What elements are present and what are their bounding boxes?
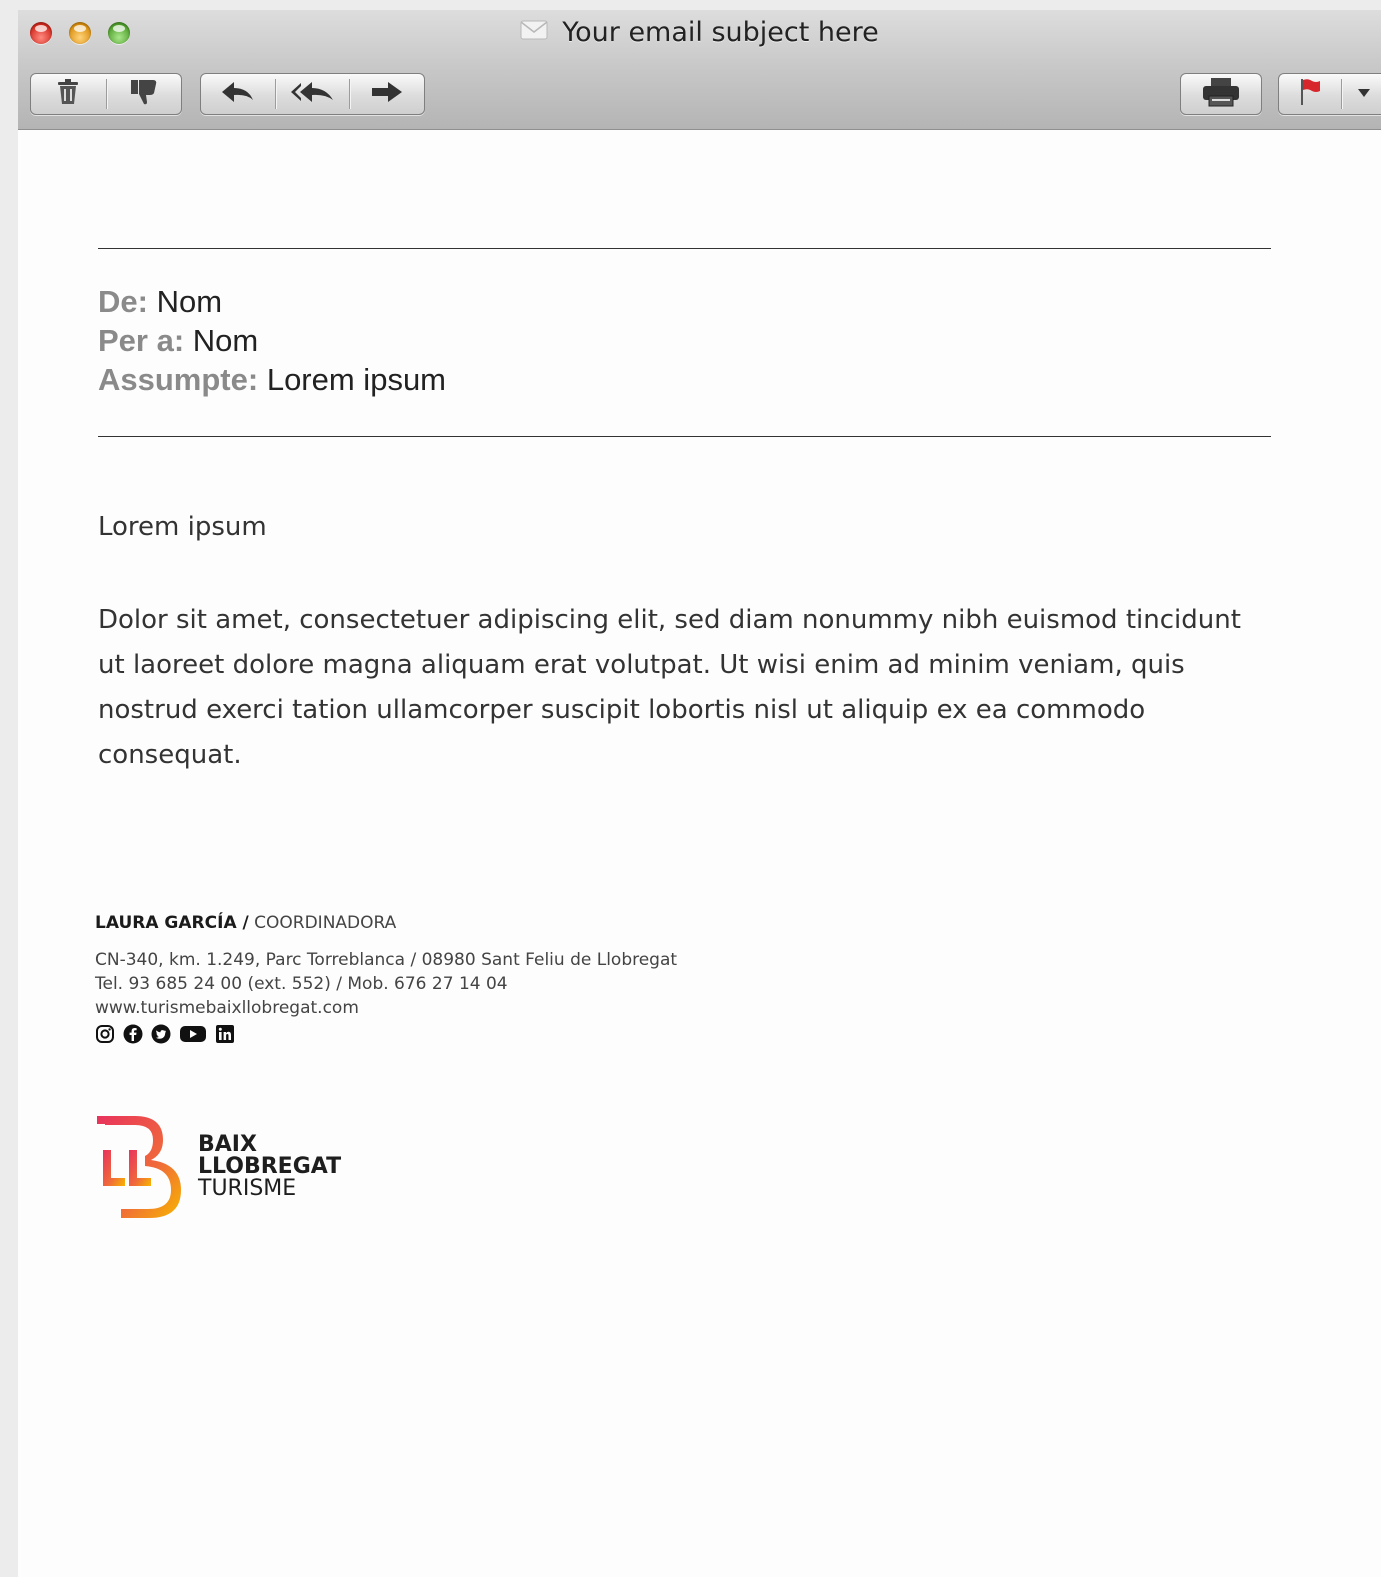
logo-line-2: LLOBREGAT: [198, 1154, 342, 1179]
flag-button[interactable]: [1279, 74, 1341, 114]
from-label: De:: [98, 284, 148, 319]
logo-line-1: BAIX: [198, 1132, 257, 1157]
message-greeting: Lorem ipsum: [98, 512, 267, 542]
from-row: De: Nom: [98, 282, 446, 321]
header-bottom-divider: [98, 436, 1271, 437]
delete-button[interactable]: [31, 74, 106, 114]
to-row: Per a: Nom: [98, 321, 446, 360]
reply-all-button[interactable]: [276, 74, 350, 114]
print-group: [1180, 73, 1262, 115]
signature-role: COORDINADORA: [254, 913, 397, 933]
print-button[interactable]: [1181, 74, 1261, 114]
window-title: Your email subject here: [562, 17, 879, 48]
chevron-down-icon: [1357, 85, 1371, 103]
signature-name: LAURA GARCÍA /: [95, 913, 249, 933]
message-header: De: Nom Per a: Nom Assumpte: Lorem ipsum: [98, 282, 446, 399]
signature-phone: Tel. 93 685 24 00 (ext. 552) / Mob. 676 …: [95, 974, 508, 994]
reply-icon: [220, 80, 256, 109]
subject-value: Lorem ipsum: [266, 362, 447, 397]
envelope-icon: [520, 17, 548, 48]
brand-logo-text: BAIX LLOBREGAT TURISME: [198, 1134, 341, 1200]
window-title-bar: Your email subject here: [18, 16, 1381, 48]
from-value: Nom: [156, 284, 223, 319]
signature-name-line: LAURA GARCÍA / COORDINADORA: [95, 913, 396, 933]
reply-all-icon: [290, 80, 336, 109]
social-links: [95, 1024, 235, 1049]
facebook-icon[interactable]: [123, 1024, 143, 1049]
logo-line-3: TURISME: [198, 1176, 297, 1201]
delete-junk-group: [30, 73, 182, 115]
window-toolbar: Your email subject here: [18, 10, 1381, 130]
forward-icon: [370, 80, 404, 109]
twitter-icon[interactable]: [151, 1024, 171, 1049]
linkedin-icon[interactable]: [215, 1024, 235, 1049]
mail-window: Your email subject here De: Nom Per a: N…: [18, 10, 1381, 1577]
instagram-icon[interactable]: [95, 1024, 115, 1049]
reply-button[interactable]: [201, 74, 275, 114]
junk-button[interactable]: [107, 74, 182, 114]
subject-row: Assumpte: Lorem ipsum: [98, 360, 446, 399]
youtube-icon[interactable]: [179, 1024, 207, 1049]
signature-website[interactable]: www.turismebaixllobregat.com: [95, 996, 359, 1020]
flag-group: [1278, 73, 1381, 115]
printer-icon: [1202, 77, 1240, 112]
forward-button[interactable]: [350, 74, 424, 114]
to-label: Per a:: [98, 323, 185, 358]
trash-icon: [56, 78, 80, 111]
signature-address: CN-340, km. 1.249, Parc Torreblanca / 08…: [95, 950, 678, 970]
flag-menu-button[interactable]: [1342, 74, 1381, 114]
to-value: Nom: [192, 323, 259, 358]
reply-forward-group: [200, 73, 425, 115]
subject-label: Assumpte:: [98, 362, 259, 397]
header-top-divider: [98, 248, 1271, 249]
thumbs-down-icon: [129, 78, 159, 111]
brand-logo-mark: [93, 1112, 189, 1227]
message-paragraph: Dolor sit amet, consectetuer adipiscing …: [98, 605, 1241, 770]
flag-icon: [1298, 77, 1322, 112]
